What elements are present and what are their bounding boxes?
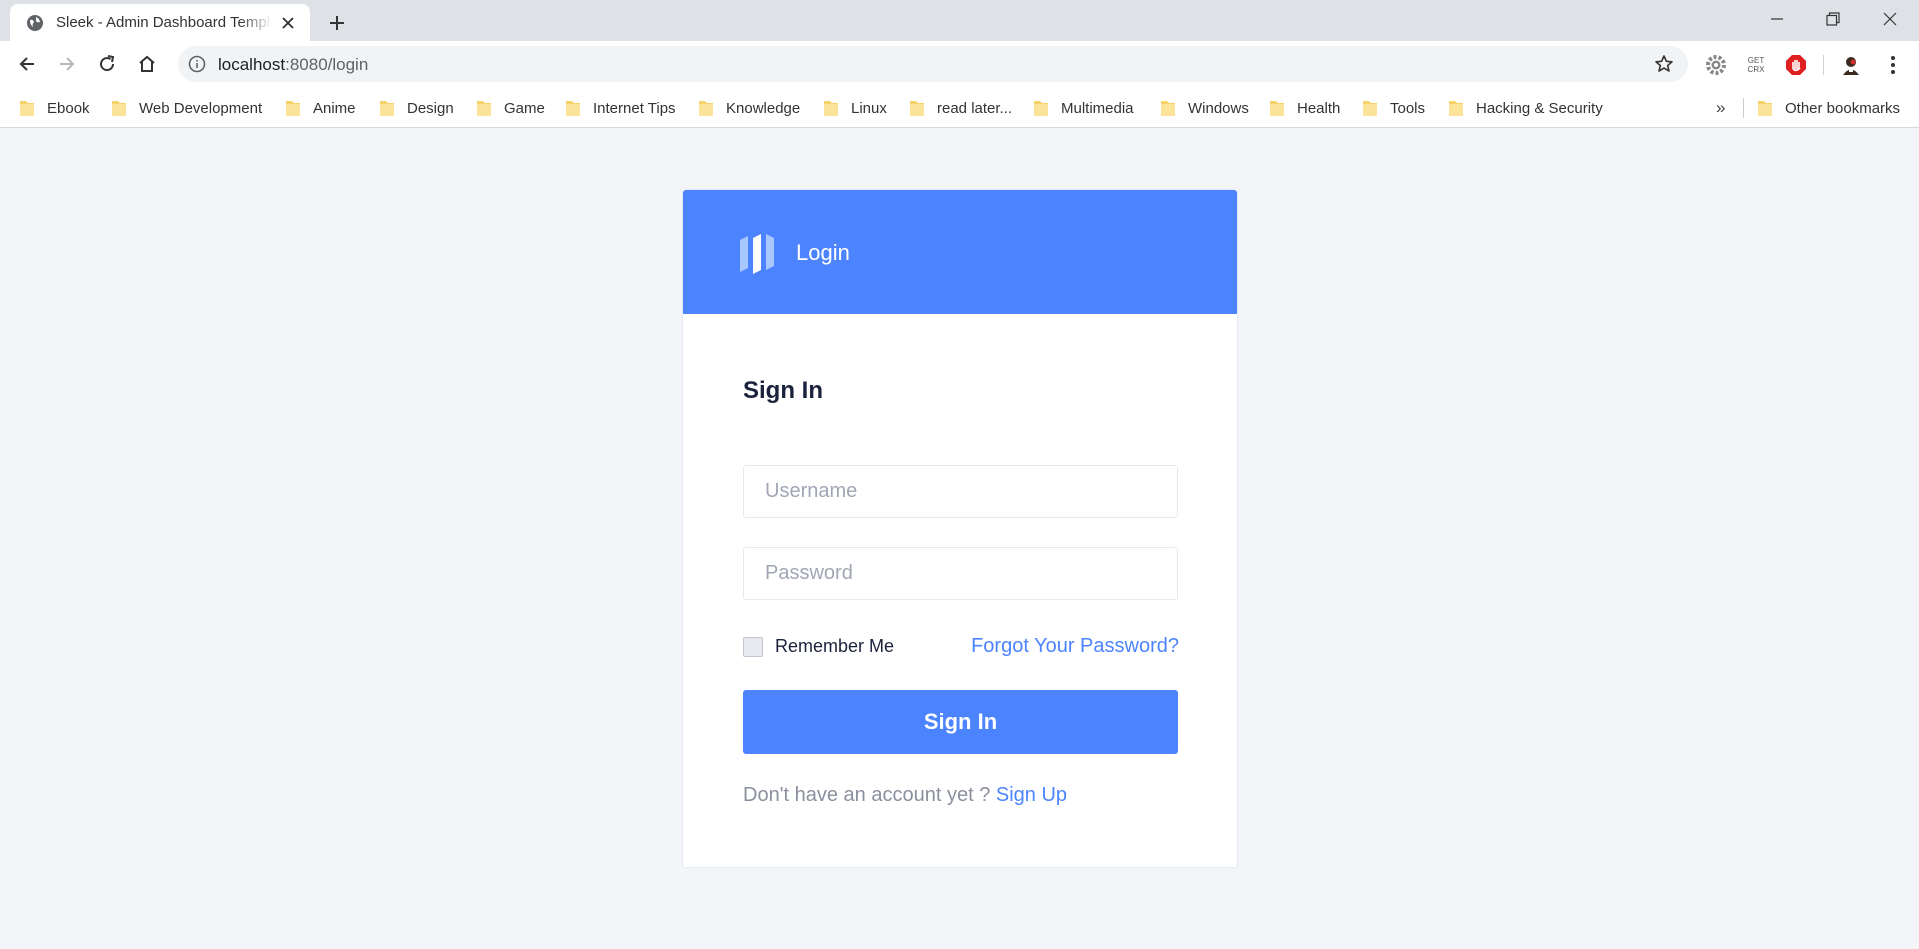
bookmarks-overflow-button[interactable]: »	[1716, 96, 1725, 120]
folder-icon	[112, 101, 126, 116]
tab-title: Sleek - Admin Dashboard Template	[56, 14, 272, 31]
login-card: Login Sign In Remember Me Forgot Your Pa…	[682, 189, 1238, 868]
adblock-extension-icon[interactable]	[1783, 52, 1809, 78]
url-text[interactable]: localhost:8080/login	[218, 55, 368, 75]
bookmarks-bar: Ebook Web Development Anime Design Game …	[0, 88, 1919, 128]
back-button[interactable]	[12, 49, 42, 79]
address-bar[interactable]: localhost:8080/login	[178, 46, 1688, 82]
bookmark-folder[interactable]: Hacking & Security	[1449, 96, 1603, 120]
folder-icon	[1449, 101, 1463, 116]
forward-button[interactable]	[52, 49, 82, 79]
home-button[interactable]	[132, 49, 162, 79]
browser-toolbar: localhost:8080/login	[0, 41, 1919, 88]
bookmarks-divider	[1743, 98, 1744, 118]
folder-icon	[477, 101, 491, 116]
bookmark-star-icon[interactable]	[1654, 54, 1674, 74]
bookmark-folder[interactable]: Design	[380, 96, 454, 120]
close-window-button[interactable]	[1862, 0, 1918, 38]
folder-icon	[910, 101, 924, 116]
signin-button[interactable]: Sign In	[743, 690, 1178, 754]
bookmark-folder[interactable]: Health	[1270, 96, 1340, 120]
toolbar-divider	[1823, 55, 1824, 75]
no-account-text: Don't have an account yet ?	[743, 784, 996, 806]
browser-tab[interactable]: Sleek - Admin Dashboard Template	[10, 4, 310, 41]
minimize-window-button[interactable]	[1749, 0, 1805, 38]
password-input[interactable]	[743, 547, 1178, 600]
other-bookmarks-folder[interactable]: Other bookmarks	[1758, 96, 1900, 120]
bookmark-folder[interactable]: Game	[477, 96, 545, 120]
folder-icon	[824, 101, 838, 116]
bookmark-folder[interactable]: Multimedia	[1034, 96, 1134, 120]
folder-icon	[286, 101, 300, 116]
get-crx-extension-icon[interactable]: GET CRX	[1743, 52, 1769, 78]
bookmark-folder[interactable]: Anime	[286, 96, 356, 120]
settings-gear-extension-icon[interactable]	[1703, 52, 1729, 78]
folder-icon	[1758, 101, 1772, 116]
signup-prompt: Don't have an account yet ? Sign Up	[743, 784, 1067, 807]
signup-link[interactable]: Sign Up	[996, 784, 1067, 806]
card-header: Login	[683, 190, 1237, 314]
profile-avatar-icon[interactable]	[1838, 52, 1864, 78]
bookmark-folder[interactable]: Internet Tips	[566, 96, 676, 120]
browser-menu-icon[interactable]	[1880, 52, 1906, 78]
info-icon[interactable]	[188, 55, 206, 73]
restore-window-button[interactable]	[1805, 0, 1861, 38]
new-tab-button[interactable]	[324, 10, 350, 36]
username-input[interactable]	[743, 465, 1178, 518]
bookmark-folder[interactable]: read later...	[910, 96, 1012, 120]
remember-me-checkbox-row[interactable]: Remember Me	[743, 636, 894, 657]
folder-icon	[20, 101, 34, 116]
globe-icon	[26, 14, 44, 32]
signin-heading: Sign In	[743, 377, 823, 404]
bookmark-folder[interactable]: Tools	[1363, 96, 1425, 120]
tab-close-icon[interactable]	[278, 13, 298, 33]
sleek-logo-icon	[740, 234, 774, 274]
folder-icon	[380, 101, 394, 116]
bookmark-folder[interactable]: Windows	[1161, 96, 1249, 120]
folder-icon	[566, 101, 580, 116]
browser-tabstrip: Sleek - Admin Dashboard Template	[0, 0, 1919, 41]
bookmark-folder[interactable]: Ebook	[20, 96, 90, 120]
folder-icon	[1161, 101, 1175, 116]
card-brand-title: Login	[796, 240, 850, 265]
folder-icon	[1270, 101, 1284, 116]
bookmark-folder[interactable]: Linux	[824, 96, 887, 120]
folder-icon	[1363, 101, 1377, 116]
bookmark-folder[interactable]: Web Development	[112, 96, 262, 120]
forgot-password-link[interactable]: Forgot Your Password?	[971, 635, 1179, 658]
remember-me-label: Remember Me	[775, 636, 895, 656]
folder-icon	[1034, 101, 1048, 116]
reload-button[interactable]	[92, 49, 122, 79]
remember-me-checkbox[interactable]	[743, 636, 763, 657]
bookmark-folder[interactable]: Knowledge	[699, 96, 800, 120]
folder-icon	[699, 101, 713, 116]
